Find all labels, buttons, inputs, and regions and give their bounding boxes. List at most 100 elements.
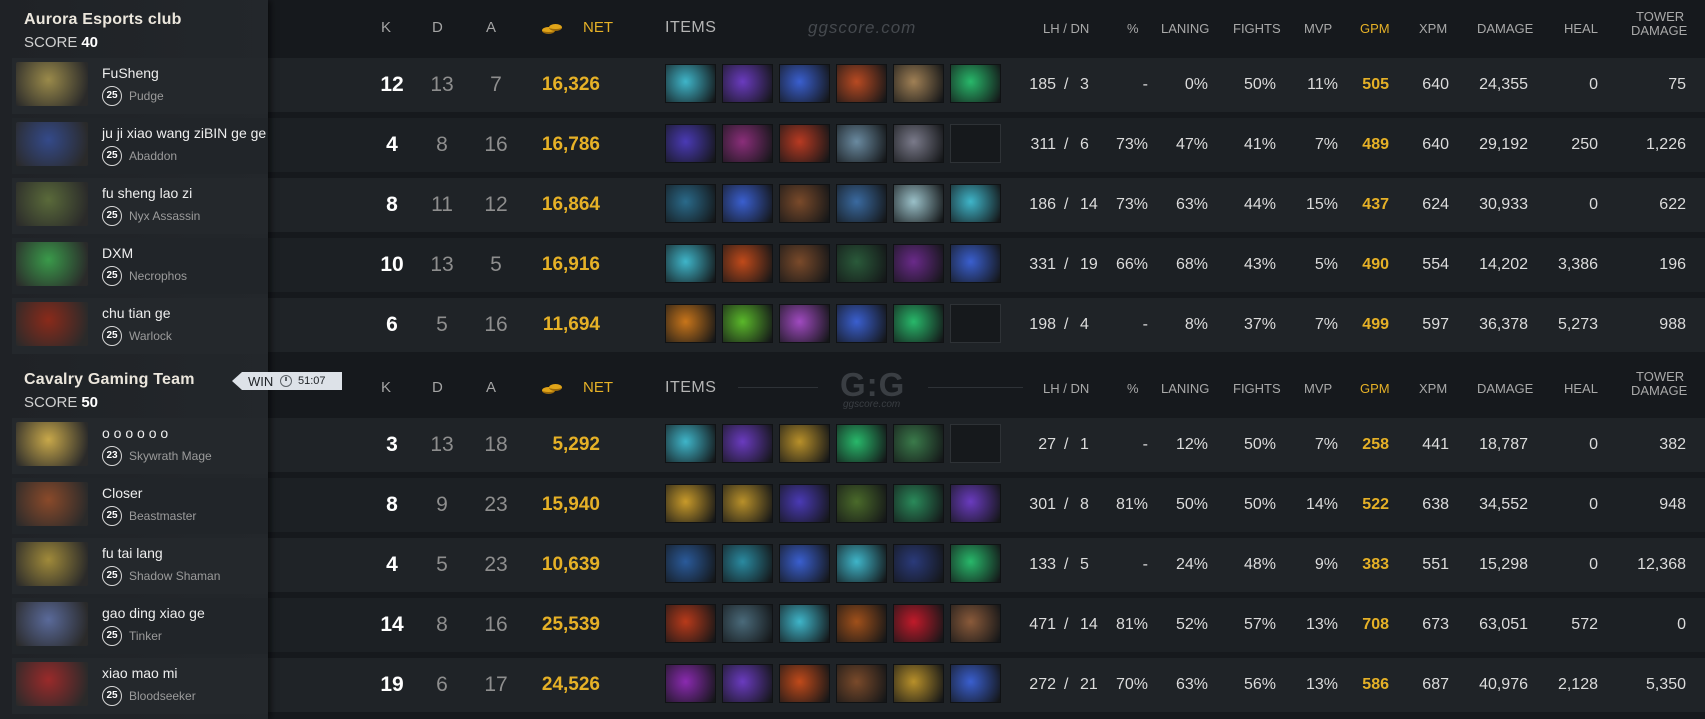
column-header-damage[interactable]: DAMAGE [1477, 381, 1533, 396]
player-card[interactable]: FuSheng 25 Pudge [12, 58, 268, 114]
item-icon[interactable] [893, 544, 944, 583]
column-header-net[interactable]: NET [583, 19, 613, 36]
player-stat-row[interactable]: 19 6 17 24,526 272/21 70% 63% 56% 13% 586 687 40,97… [268, 656, 1705, 712]
item-icon[interactable] [779, 604, 830, 643]
player-name[interactable]: gao ding xiao ge [102, 605, 205, 621]
hero-avatar[interactable] [16, 422, 88, 466]
item-icon[interactable] [665, 244, 716, 283]
item-icon[interactable] [722, 544, 773, 583]
column-header-d[interactable]: D [432, 19, 443, 36]
column-header-mvp[interactable]: MVP [1304, 381, 1332, 396]
player-name[interactable]: o o o o o o [102, 425, 168, 441]
hero-avatar[interactable] [16, 482, 88, 526]
item-icon[interactable] [950, 64, 1001, 103]
item-icon[interactable] [836, 424, 887, 463]
item-icon[interactable] [893, 664, 944, 703]
item-icon[interactable] [893, 124, 944, 163]
item-icon[interactable] [665, 124, 716, 163]
column-header-k[interactable]: K [381, 379, 391, 396]
column-header-d[interactable]: D [432, 379, 443, 396]
player-card[interactable]: o o o o o o 23 Skywrath Mage [12, 418, 268, 474]
column-header-tower-damage[interactable]: DAMAGE [1631, 383, 1687, 398]
column-header-tower[interactable]: TOWER [1636, 9, 1684, 24]
item-icon[interactable] [722, 124, 773, 163]
player-stat-row[interactable]: 14 8 16 25,539 471/14 81% 52% 57% 13% 708 673 63,05… [268, 596, 1705, 652]
column-header-gpm[interactable]: GPM [1360, 381, 1390, 396]
item-icon[interactable] [722, 664, 773, 703]
item-icon[interactable] [722, 424, 773, 463]
item-icon[interactable] [836, 664, 887, 703]
column-header-lhdn[interactable]: LH / DN [1043, 381, 1089, 396]
player-stat-row[interactable]: 10 13 5 16,916 331/19 66% 68% 43% 5% 490 554 14,202… [268, 236, 1705, 292]
item-icon[interactable] [836, 304, 887, 343]
item-icon[interactable] [722, 244, 773, 283]
column-header-tower-damage[interactable]: DAMAGE [1631, 23, 1687, 38]
item-icon[interactable] [779, 64, 830, 103]
item-icon[interactable] [779, 544, 830, 583]
item-icon[interactable] [722, 64, 773, 103]
player-name[interactable]: fu sheng lao zi [102, 185, 192, 201]
player-card[interactable]: fu tai lang 25 Shadow Shaman [12, 538, 268, 594]
hero-avatar[interactable] [16, 122, 88, 166]
hero-avatar[interactable] [16, 242, 88, 286]
item-icon[interactable] [779, 184, 830, 223]
item-icon[interactable] [893, 424, 944, 463]
column-header-pct[interactable]: % [1127, 21, 1139, 36]
player-stat-row[interactable]: 8 11 12 16,864 186/14 73% 63% 44% 15% 437 624 30,93… [268, 176, 1705, 232]
player-card[interactable]: DXM 25 Necrophos [12, 238, 268, 294]
item-icon[interactable] [836, 184, 887, 223]
player-name[interactable]: fu tai lang [102, 545, 163, 561]
item-icon[interactable] [893, 604, 944, 643]
item-icon[interactable] [950, 604, 1001, 643]
column-header-items[interactable]: ITEMS [665, 379, 716, 397]
player-name[interactable]: DXM [102, 245, 133, 261]
item-icon[interactable] [893, 304, 944, 343]
column-header-a[interactable]: A [486, 19, 496, 36]
column-header-heal[interactable]: HEAL [1564, 21, 1598, 36]
item-icon[interactable] [665, 664, 716, 703]
player-card[interactable]: xiao mao mi 25 Bloodseeker [12, 658, 268, 714]
item-icon[interactable] [779, 484, 830, 523]
column-header-k[interactable]: K [381, 19, 391, 36]
player-card[interactable]: ju ji xiao wang ziBIN ge ge 25 Abaddon [12, 118, 268, 174]
player-card[interactable]: Closer 25 Beastmaster [12, 478, 268, 534]
column-header-heal[interactable]: HEAL [1564, 381, 1598, 396]
item-icon[interactable] [779, 124, 830, 163]
item-icon[interactable] [722, 184, 773, 223]
hero-avatar[interactable] [16, 662, 88, 706]
column-header-tower[interactable]: TOWER [1636, 369, 1684, 384]
player-card[interactable]: gao ding xiao ge 25 Tinker [12, 598, 268, 654]
column-header-mvp[interactable]: MVP [1304, 21, 1332, 36]
player-name[interactable]: ju ji xiao wang ziBIN ge ge [102, 125, 266, 141]
column-header-laning[interactable]: LANING [1161, 381, 1209, 396]
item-icon[interactable] [836, 604, 887, 643]
item-icon[interactable] [893, 184, 944, 223]
column-header-xpm[interactable]: XPM [1419, 381, 1447, 396]
item-icon[interactable] [779, 244, 830, 283]
player-card[interactable]: chu tian ge 25 Warlock [12, 298, 268, 354]
hero-avatar[interactable] [16, 302, 88, 346]
empty-item-slot[interactable] [950, 124, 1001, 163]
player-name[interactable]: xiao mao mi [102, 665, 177, 681]
column-header-gpm[interactable]: GPM [1360, 21, 1390, 36]
column-header-a[interactable]: A [486, 379, 496, 396]
item-icon[interactable] [779, 664, 830, 703]
hero-avatar[interactable] [16, 542, 88, 586]
player-card[interactable]: fu sheng lao zi 25 Nyx Assassin [12, 178, 268, 234]
item-icon[interactable] [779, 424, 830, 463]
item-icon[interactable] [893, 64, 944, 103]
column-header-net[interactable]: NET [583, 379, 613, 396]
column-header-pct[interactable]: % [1127, 381, 1139, 396]
column-header-laning[interactable]: LANING [1161, 21, 1209, 36]
item-icon[interactable] [950, 664, 1001, 703]
team-name[interactable]: Aurora Esports club [24, 11, 182, 29]
item-icon[interactable] [665, 544, 716, 583]
player-stat-row[interactable]: 8 9 23 15,940 301/8 81% 50% 50% 14% 522 638 34,552 0… [268, 476, 1705, 532]
item-icon[interactable] [893, 484, 944, 523]
item-icon[interactable] [836, 544, 887, 583]
hero-avatar[interactable] [16, 62, 88, 106]
column-header-xpm[interactable]: XPM [1419, 21, 1447, 36]
item-icon[interactable] [665, 64, 716, 103]
player-name[interactable]: Closer [102, 485, 142, 501]
column-header-items[interactable]: ITEMS [665, 19, 716, 37]
